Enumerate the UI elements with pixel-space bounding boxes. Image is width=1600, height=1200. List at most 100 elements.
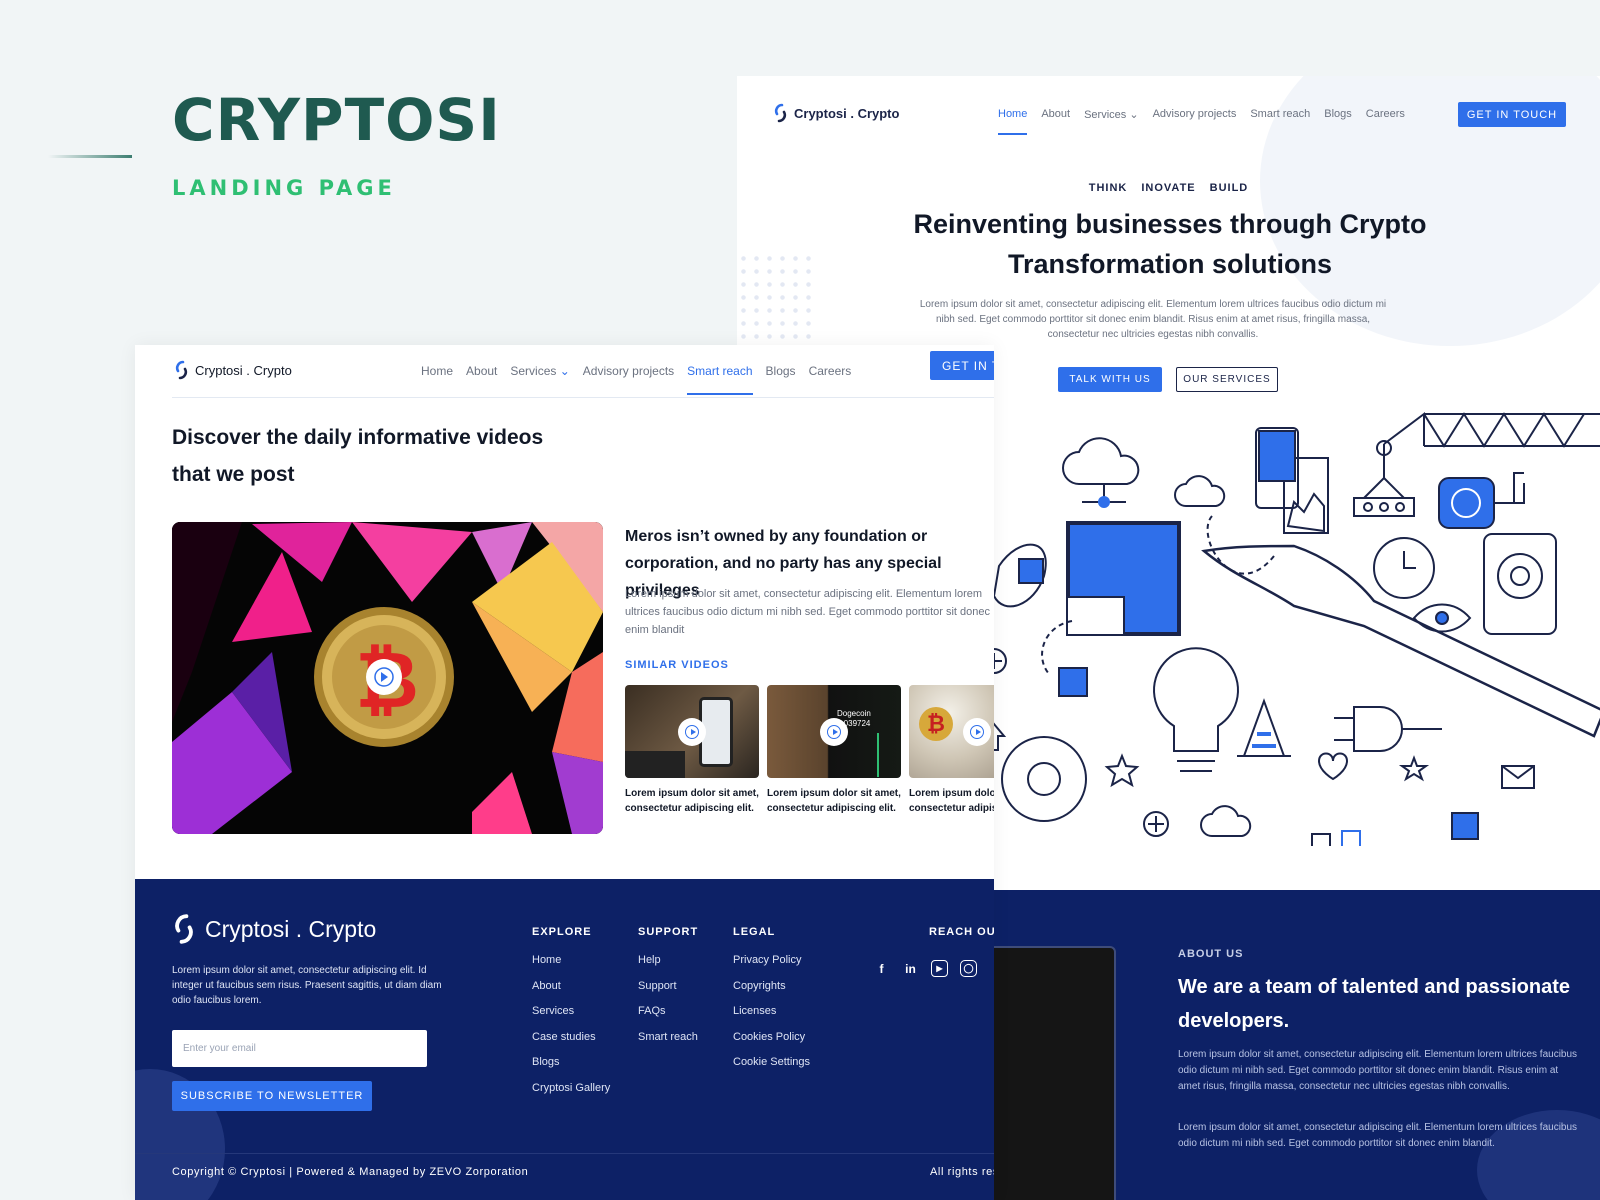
main-nav: Home About Services ⌄ Advisory projects …	[998, 108, 1405, 135]
similar-video-2[interactable]: Dogecoin 0.039724	[767, 685, 901, 778]
footer-link[interactable]: Help	[638, 954, 698, 980]
nav-smart-reach[interactable]: Smart reach	[1250, 108, 1310, 121]
nav-careers[interactable]: Careers	[1366, 108, 1405, 121]
talk-with-us-button[interactable]: TALK WITH US	[1058, 367, 1162, 392]
similar-video-3[interactable]: ₿	[909, 685, 994, 778]
copyright-text: Copyright © Cryptosi | Powered & Managed…	[172, 1166, 529, 1178]
footer-link[interactable]: Support	[638, 980, 698, 1006]
about-photo	[980, 946, 1116, 1200]
nav-services-label: Services	[510, 364, 557, 378]
nav-advisory-projects[interactable]: Advisory projects	[1153, 108, 1237, 121]
footer-link[interactable]: Cookie Settings	[733, 1056, 810, 1082]
nav-services[interactable]: Services ⌄	[510, 364, 569, 378]
site-logo[interactable]: Cryptosi . Crypto	[174, 360, 292, 380]
similar-videos-label: SIMILAR VIDEOS	[625, 659, 729, 671]
similar-video-1-caption[interactable]: Lorem ipsum dolor sit amet, consectetur …	[625, 786, 759, 816]
featured-video[interactable]: ₿	[172, 522, 603, 834]
email-input[interactable]: Enter your email	[172, 1030, 427, 1067]
footer-link[interactable]: Cookies Policy	[733, 1031, 810, 1057]
dot-pattern	[737, 252, 819, 346]
column-title: SUPPORT	[638, 926, 699, 938]
footer-link[interactable]: Blogs	[532, 1056, 610, 1082]
nav-about[interactable]: About	[1041, 108, 1070, 121]
bitcoin-icon: ₿	[919, 707, 953, 741]
laptop-image	[625, 751, 685, 778]
our-services-button[interactable]: OUR SERVICES	[1176, 367, 1278, 392]
nav-home[interactable]: Home	[421, 364, 453, 378]
site-footer: Cryptosi . Crypto Lorem ipsum dolor sit …	[135, 879, 994, 1200]
logo-icon	[174, 360, 189, 380]
nav-advisory-projects[interactable]: Advisory projects	[583, 364, 674, 378]
subscribe-button[interactable]: SUBSCRIBE TO NEWSLETTER	[172, 1081, 372, 1111]
footer-description: Lorem ipsum dolor sit amet, consectetur …	[172, 965, 442, 1006]
logo-text: Cryptosi . Crypto	[205, 915, 377, 942]
hero-headline: Reinventing businesses through Crypto Tr…	[913, 209, 1427, 279]
cover-title: CRYPTOSI	[172, 86, 501, 154]
hero-illustration	[981, 412, 1600, 846]
column-title: EXPLORE	[532, 926, 592, 938]
nav-services-label: Services	[1084, 109, 1127, 121]
about-paragraph-2: Lorem ipsum dolor sit amet, consectetur …	[1178, 1122, 1578, 1149]
get-in-touch-button[interactable]: GET IN TOUCH	[1458, 102, 1566, 127]
tagline-think: THINK	[1088, 182, 1128, 194]
footer-link[interactable]: Smart reach	[638, 1031, 698, 1057]
facebook-icon[interactable]: f	[873, 960, 890, 977]
about-heading: We are a team of talented and passionate…	[1178, 976, 1570, 1032]
footer-divider	[135, 1153, 994, 1154]
linkedin-icon[interactable]: in	[902, 960, 919, 977]
about-label: ABOUT US	[1178, 948, 1244, 960]
logo-icon	[773, 103, 788, 123]
similar-video-2-caption[interactable]: Lorem ipsum dolor sit amet, consectetur …	[767, 786, 901, 816]
nav-about[interactable]: About	[466, 364, 497, 378]
footer-link[interactable]: Copyrights	[733, 980, 810, 1006]
footer-link[interactable]: Licenses	[733, 1005, 810, 1031]
chart-line	[877, 733, 885, 777]
logo-text: Cryptosi . Crypto	[794, 105, 900, 121]
logo-icon	[172, 913, 196, 945]
decorative-line	[48, 155, 132, 158]
footer-link[interactable]: Privacy Policy	[733, 954, 810, 980]
hero-tagline: THINK INOVATE BUILD	[737, 182, 1600, 194]
social-links: f in ▶ ◯	[873, 960, 977, 977]
tagline-build: BUILD	[1209, 182, 1249, 194]
reach-out-title: REACH OUT	[929, 926, 994, 938]
nav-careers[interactable]: Careers	[809, 364, 852, 378]
play-icon[interactable]	[963, 717, 991, 746]
nav-blogs[interactable]: Blogs	[766, 364, 796, 378]
bitcoin-video-thumbnail: ₿	[172, 522, 603, 834]
play-icon[interactable]	[678, 717, 706, 746]
page-heading: Discover the daily informative videos th…	[172, 426, 544, 486]
footer-link[interactable]: About	[532, 980, 610, 1006]
similar-video-3-caption[interactable]: Lorem ipsum dolor sit amet, consectetur …	[909, 786, 994, 816]
similar-video-1[interactable]	[625, 685, 759, 778]
feature-description: Lorem ipsum dolor sit amet, consectetur …	[625, 588, 991, 636]
tagline-inovate: INOVATE	[1141, 182, 1196, 194]
get-in-touch-button[interactable]: GET IN TOUCH	[930, 351, 994, 380]
chevron-down-icon: ⌄	[1129, 109, 1139, 121]
nav-services[interactable]: Services ⌄	[1084, 108, 1138, 121]
footer-link[interactable]: Services	[532, 1005, 610, 1031]
rights-text: All rights reserved	[930, 1166, 994, 1178]
cover-subtitle: LANDING PAGE	[172, 176, 396, 200]
hero-paragraph: Lorem ipsum dolor sit amet, consectetur …	[919, 299, 1387, 340]
about-paragraph-1: Lorem ipsum dolor sit amet, consectetur …	[1178, 1049, 1578, 1092]
footer-logo[interactable]: Cryptosi . Crypto	[172, 913, 376, 945]
nav-home[interactable]: Home	[998, 108, 1028, 135]
footer-link[interactable]: Case studies	[532, 1031, 610, 1057]
footer-column-explore: EXPLORE Home About Services Case studies…	[532, 926, 610, 1107]
chevron-down-icon: ⌄	[559, 364, 570, 378]
main-nav: Home About Services ⌄ Advisory projects …	[421, 364, 852, 395]
youtube-icon[interactable]: ▶	[931, 960, 948, 977]
logo-text: Cryptosi . Crypto	[195, 362, 292, 378]
play-icon[interactable]	[820, 717, 848, 746]
videos-page-screen: Cryptosi . Crypto Home About Services ⌄ …	[135, 345, 994, 1200]
instagram-icon[interactable]: ◯	[960, 960, 977, 977]
footer-link[interactable]: Cryptosi Gallery	[532, 1082, 610, 1108]
footer-link[interactable]: Home	[532, 954, 610, 980]
nav-smart-reach[interactable]: Smart reach	[687, 364, 753, 395]
footer-link[interactable]: FAQs	[638, 1005, 698, 1031]
nav-blogs[interactable]: Blogs	[1324, 108, 1352, 121]
screen-text: Dogecoin	[837, 709, 871, 718]
column-title: LEGAL	[733, 926, 776, 938]
site-logo[interactable]: Cryptosi . Crypto	[773, 103, 899, 123]
